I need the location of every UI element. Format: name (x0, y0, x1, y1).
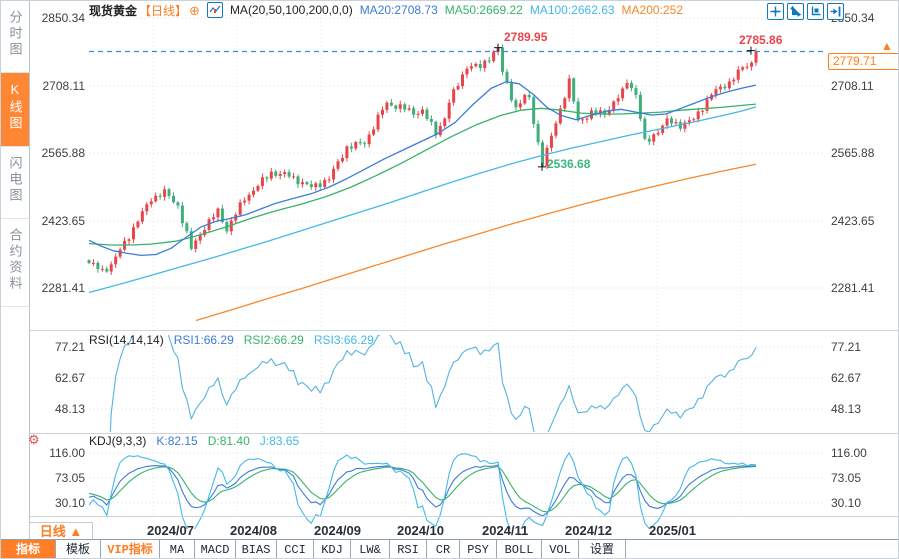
tab-ma[interactable]: MA (160, 540, 195, 559)
crosshair-icon[interactable] (767, 3, 784, 20)
tab-cci[interactable]: CCI (277, 540, 314, 559)
price-up-arrow-icon: ▲ (881, 39, 893, 53)
kdj-axis-label: 30.10 (35, 496, 85, 510)
high-annotation: 2789.95 (504, 30, 547, 44)
period-tag: 【日线】 (139, 2, 187, 19)
chart-type-sidebar: 分时图 K线图 闪电图 合约资料 (1, 1, 30, 539)
tab-templates[interactable]: 模板 (56, 540, 101, 559)
axis-pan-icon[interactable] (807, 3, 824, 20)
tab-macd[interactable]: MACD (195, 540, 236, 559)
sidebar-item-lightning-chart[interactable]: 闪电图 (1, 147, 29, 219)
kdj-axis-label: 30.10 (831, 496, 893, 510)
price-axis-label: 2708.11 (831, 79, 893, 93)
kdj-panel-header: KDJ(9,3,3) K:82.15 D:81.40 J:83.65 (89, 434, 299, 448)
price-chart-canvas[interactable] (1, 1, 899, 333)
price-axis-label: 2708.11 (35, 79, 85, 93)
sidebar-item-label: K线图 (6, 82, 25, 132)
price-axis-label: 2565.88 (35, 146, 85, 160)
tab-vip-indicators[interactable]: VIP指标 (101, 540, 160, 559)
kdj-axis-label: 73.05 (831, 471, 893, 485)
date-axis-label: 2024/12 (565, 523, 612, 538)
kdj-k-value: K:82.15 (156, 434, 197, 448)
kdj-axis-label: 116.00 (35, 446, 85, 460)
rsi2-value: RSI2:66.29 (244, 333, 304, 347)
tab-indicators[interactable]: 指标 (1, 540, 56, 559)
kdj-axis-label: 73.05 (35, 471, 85, 485)
tab-vol[interactable]: VOL (542, 540, 579, 559)
indicator-tab-bar: 指标 模板 VIP指标 MA MACD BIAS CCI KDJ LW& RSI… (1, 539, 899, 559)
tab-psy[interactable]: PSY (460, 540, 497, 559)
kdj-axis-label: 116.00 (831, 446, 893, 460)
kdj-title: KDJ(9,3,3) (89, 434, 146, 448)
rsi1-value: RSI1:66.29 (174, 333, 234, 347)
ma20-value: MA20:2708.73 (360, 3, 438, 17)
ma100-value: MA100:2662.63 (530, 3, 615, 17)
sidebar-item-contract-info[interactable]: 合约资料 (1, 219, 29, 307)
rsi-axis-label: 77.21 (831, 340, 893, 354)
sidebar-item-kline-chart[interactable]: K线图 (1, 73, 29, 147)
recent-high-annotation: 2785.86 (739, 33, 782, 47)
date-axis-label: 2024/08 (230, 523, 277, 538)
sidebar-item-label: 闪电图 (6, 156, 25, 204)
collapse-right-icon[interactable] (827, 3, 844, 20)
date-axis-label: 2024/10 (397, 523, 444, 538)
tab-settings[interactable]: 设置 (579, 540, 626, 559)
date-axis-label: 2024/11 (482, 523, 528, 538)
rsi-axis-label: 48.13 (831, 402, 893, 416)
rsi-panel-header: RSI(14,14,14) RSI1:66.29 RSI2:66.29 RSI3… (89, 333, 374, 347)
ma50-value: MA50:2669.22 (445, 3, 523, 17)
sidebar-item-label: 分时图 (6, 10, 25, 58)
symbol-name: 现货黄金 (89, 2, 137, 19)
rsi-axis-label: 62.67 (831, 371, 893, 385)
price-axis-label: 2423.65 (831, 214, 893, 228)
tab-boll[interactable]: BOLL (497, 540, 542, 559)
current-price-tag: 2779.71 (828, 53, 899, 70)
chart-header: 现货黄金【日线】 ⊕ MA(20,50,100,200,0,0) MA20:27… (89, 2, 683, 18)
ma200-value: MA200:252 (622, 3, 683, 17)
tab-bias[interactable]: BIAS (236, 540, 277, 559)
ma-indicator-icon[interactable] (207, 2, 223, 18)
rsi-axis-label: 48.13 (35, 402, 85, 416)
swing-low-annotation: 2536.68 (547, 157, 590, 171)
panel-divider (1, 330, 899, 331)
rsi-chart-canvas[interactable] (1, 333, 899, 434)
price-axis-label: 2423.65 (35, 214, 85, 228)
tab-cr[interactable]: CR (427, 540, 460, 559)
rsi-title: RSI(14,14,14) (89, 333, 164, 347)
price-axis-label: 2281.41 (831, 281, 893, 295)
kdj-j-value: J:83.65 (260, 434, 299, 448)
add-indicator-icon[interactable]: ⊕ (189, 4, 200, 17)
trading-app-window: 分时图 K线图 闪电图 合约资料 现货黄金【日线】 ⊕ MA(20,50,100… (0, 0, 899, 559)
panel-divider (1, 516, 899, 517)
axis-scale-icon[interactable] (787, 3, 804, 20)
date-axis-label: 2024/09 (314, 523, 361, 538)
tab-rsi[interactable]: RSI (390, 540, 427, 559)
tab-lwr[interactable]: LW& (351, 540, 390, 559)
sidebar-item-time-chart[interactable]: 分时图 (1, 1, 29, 73)
sidebar-item-label: 合约资料 (6, 228, 25, 292)
price-axis-label: 2281.41 (35, 281, 85, 295)
rsi-axis-label: 77.21 (35, 340, 85, 354)
rsi3-value: RSI3:66.29 (314, 333, 374, 347)
price-axis-label: 2565.88 (831, 146, 893, 160)
rsi-axis-label: 62.67 (35, 371, 85, 385)
ma-params-label: MA(20,50,100,200,0,0) (230, 3, 353, 17)
date-axis-label: 2025/01 (649, 523, 696, 538)
chart-toolbar (767, 3, 844, 20)
indicator-settings-gear-icon[interactable]: ⚙ (28, 432, 40, 448)
price-axis-label: 2850.34 (35, 11, 85, 25)
kdj-d-value: D:81.40 (208, 434, 250, 448)
date-axis-label: 2024/07 (147, 523, 194, 538)
tab-kdj[interactable]: KDJ (314, 540, 351, 559)
